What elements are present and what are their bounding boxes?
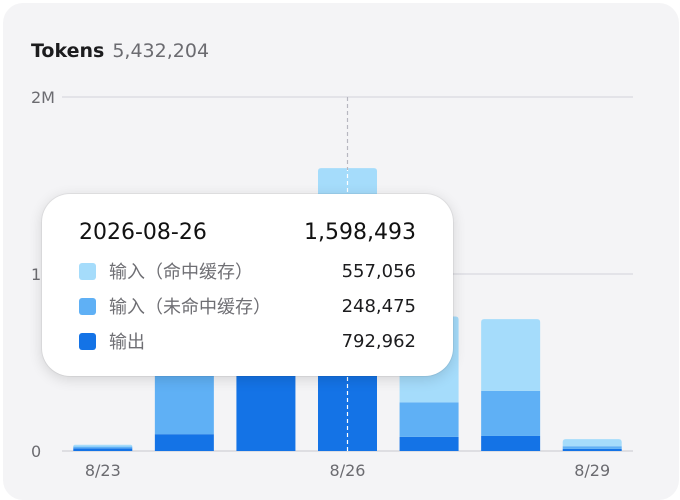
tooltip-date: 2026-08-26 xyxy=(79,219,207,245)
bar-segment[interactable] xyxy=(562,439,622,447)
x-tick-label: 8/29 xyxy=(574,461,610,480)
bar-segment[interactable] xyxy=(154,434,214,451)
tooltip-row-cache-hit: 输入（命中缓存） 557,056 xyxy=(79,258,416,284)
bar-group-8-28[interactable] xyxy=(481,319,541,451)
bar-segment[interactable] xyxy=(562,446,622,449)
cache-miss-value: 248,475 xyxy=(341,295,416,317)
tooltip-header: 2026-08-26 1,598,493 xyxy=(79,217,416,247)
bar-segment[interactable] xyxy=(399,436,459,451)
bar-segment[interactable] xyxy=(399,402,459,437)
tooltip-total: 1,598,493 xyxy=(304,219,416,245)
y-tick-label: 0 xyxy=(31,442,41,461)
x-tick-label: 8/23 xyxy=(85,461,121,480)
cache-miss-label: 输入（未命中缓存） xyxy=(109,297,271,318)
bar-segment[interactable] xyxy=(481,435,541,451)
cache-miss-swatch xyxy=(79,297,96,315)
cache-hit-value: 557,056 xyxy=(341,260,416,282)
output-swatch xyxy=(79,332,96,350)
bar-segment[interactable] xyxy=(481,390,541,436)
y-tick-label: 2M xyxy=(31,88,55,107)
cache-hit-label: 输入（命中缓存） xyxy=(109,262,253,283)
cache-hit-swatch xyxy=(79,262,96,280)
x-tick-label: 8/26 xyxy=(330,461,366,480)
bar-segment[interactable] xyxy=(562,448,622,451)
bar-group-8-29[interactable] xyxy=(562,439,622,451)
bar-segment[interactable] xyxy=(73,446,133,449)
output-label: 输出 xyxy=(109,332,145,353)
chart-tooltip: 2026-08-26 1,598,493 输入（命中缓存） 557,056 输入… xyxy=(42,194,453,376)
bar-segment[interactable] xyxy=(73,444,133,447)
tooltip-row-cache-miss: 输入（未命中缓存） 248,475 xyxy=(79,293,416,319)
bar-segment[interactable] xyxy=(73,448,133,451)
bar-segment[interactable] xyxy=(481,319,541,391)
tooltip-row-output: 输出 792,962 xyxy=(79,328,416,354)
output-value: 792,962 xyxy=(341,330,416,352)
bar-group-8-23[interactable] xyxy=(73,444,133,451)
